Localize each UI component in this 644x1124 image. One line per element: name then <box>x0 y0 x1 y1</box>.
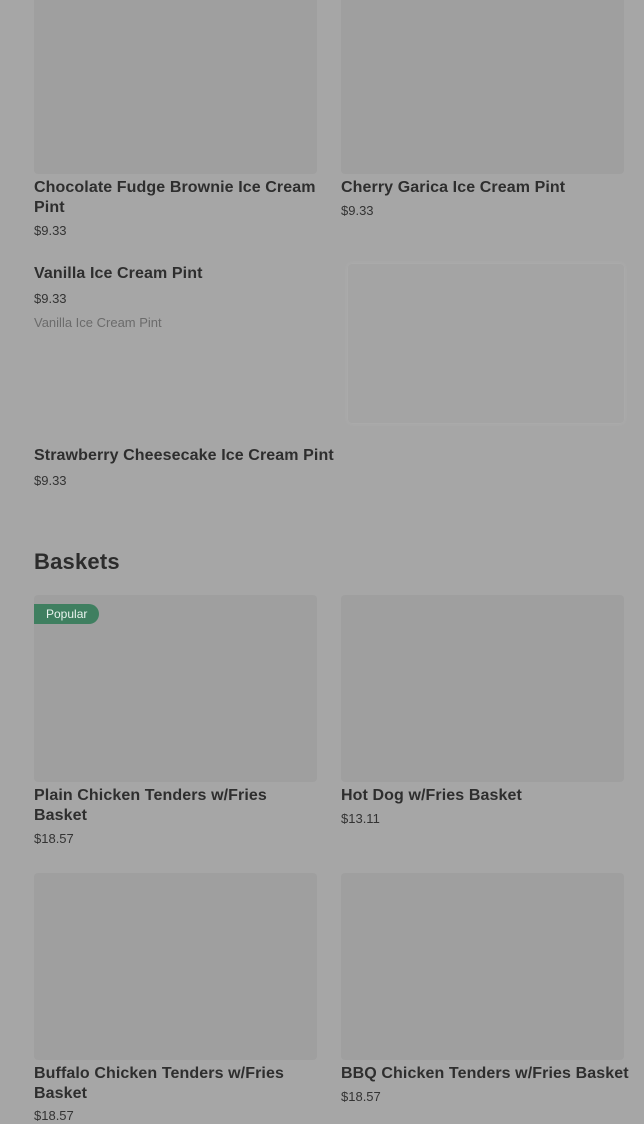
item-price: $9.33 <box>341 203 374 218</box>
item-title: Plain Chicken Tenders w/Fries Basket <box>34 787 267 824</box>
item-price: $9.33 <box>34 291 67 306</box>
section-heading-baskets: Baskets <box>34 549 120 574</box>
item-image <box>34 873 317 1060</box>
item-title: Cherry Garica Ice Cream Pint <box>341 179 566 196</box>
item-title: Chocolate Fudge Brownie Ice Cream Pint <box>34 179 316 216</box>
item-image <box>348 264 624 423</box>
item-title: Buffalo Chicken Tenders w/Fries Basket <box>34 1065 284 1102</box>
item-price: $9.33 <box>34 223 67 238</box>
popular-badge: Popular <box>34 604 100 624</box>
item-image <box>341 873 624 1060</box>
item-title: Strawberry Cheesecake Ice Cream Pint <box>34 447 334 464</box>
item-description: Vanilla Ice Cream Pint <box>34 315 162 330</box>
item-price: $13.11 <box>341 811 380 826</box>
item-price: $9.33 <box>34 473 67 488</box>
item-title: Hot Dog w/Fries Basket <box>341 787 522 804</box>
item-image <box>34 0 317 174</box>
item-image <box>341 595 624 782</box>
item-price: $18.57 <box>34 831 74 846</box>
item-title: Vanilla Ice Cream Pint <box>34 265 203 282</box>
item-price: $18.57 <box>34 1108 74 1123</box>
item-price: $18.57 <box>341 1089 381 1104</box>
item-title: BBQ Chicken Tenders w/Fries Basket <box>341 1065 629 1082</box>
item-image <box>341 0 624 174</box>
